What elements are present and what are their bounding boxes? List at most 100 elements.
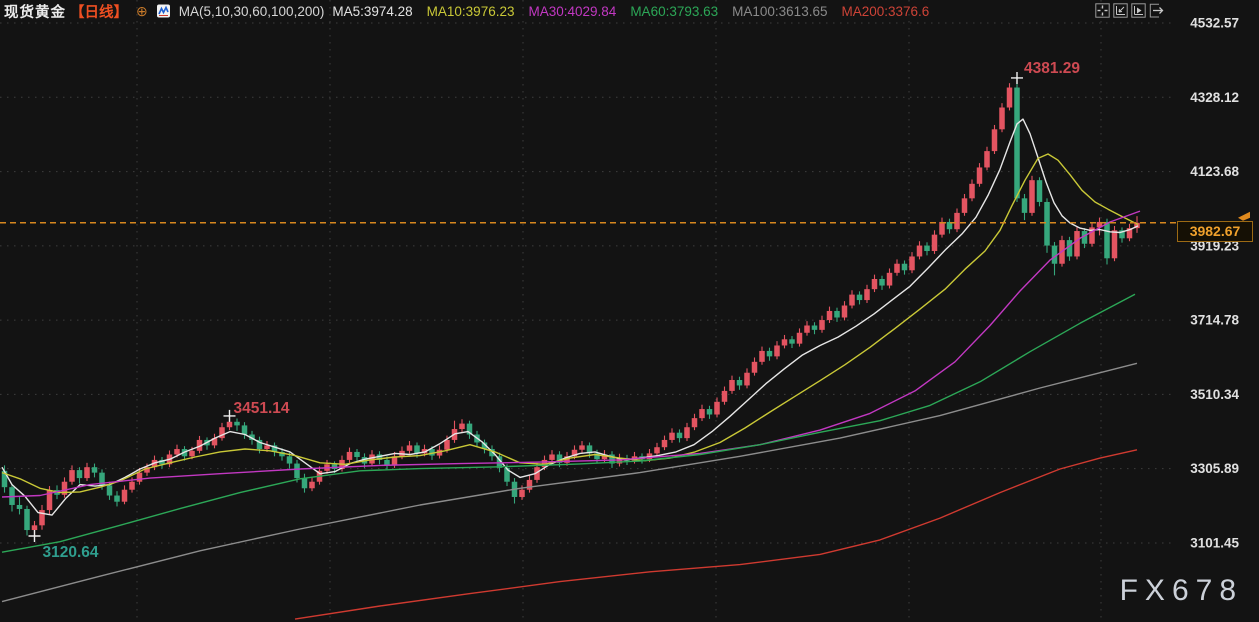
candle-body — [227, 422, 233, 427]
candle-body — [864, 289, 870, 300]
candle-body — [414, 445, 420, 453]
candle-body — [917, 246, 923, 257]
last-price-value: 3982.67 — [1190, 223, 1241, 239]
candle-body — [699, 409, 705, 418]
chart-play-icon[interactable] — [1131, 3, 1146, 18]
ma-line-ma30 — [2, 211, 1140, 497]
ma-legend-item: MA10:3976.23 — [427, 4, 515, 19]
high-marker-cross — [1011, 72, 1023, 84]
candle-body — [114, 496, 120, 502]
y-axis-label: 4328.12 — [1190, 90, 1239, 105]
candle-body — [692, 418, 698, 427]
candle-body — [242, 425, 248, 434]
candle-body — [797, 333, 803, 344]
y-axis-label: 3714.78 — [1190, 313, 1239, 328]
candle-body — [842, 306, 848, 318]
ma-line-ma10 — [2, 154, 1138, 493]
candle-body — [879, 279, 885, 286]
candle-body — [782, 339, 788, 345]
price-annotation: 3120.64 — [43, 544, 99, 561]
ma-line-ma5 — [2, 119, 1138, 515]
candle-body — [69, 470, 75, 482]
candle-body — [857, 295, 863, 300]
candle-body — [977, 167, 983, 183]
candle-body — [579, 445, 585, 449]
ma-legend: MA5:3974.28MA10:3976.23MA30:4029.84MA60:… — [332, 4, 929, 19]
candle-body — [309, 482, 315, 489]
candle-body — [984, 151, 990, 167]
candle-body — [1112, 230, 1118, 258]
candle-body — [549, 454, 555, 459]
ma-legend-item: MA100:3613.65 — [732, 4, 827, 19]
candle-body — [924, 246, 930, 251]
candle-body — [684, 427, 690, 438]
ma-line-ma100 — [2, 363, 1137, 601]
ma-line-ma60 — [2, 294, 1135, 552]
candle-body — [84, 467, 90, 478]
circle-plus-icon[interactable]: ⊕ — [136, 3, 148, 20]
candle-body — [849, 295, 855, 306]
candle-body — [1104, 222, 1110, 258]
export-icon[interactable] — [1149, 3, 1164, 18]
mini-chart-icon[interactable] — [156, 4, 171, 18]
chart-prev-icon[interactable] — [1113, 3, 1128, 18]
y-axis-label: 3101.45 — [1190, 535, 1239, 550]
chart-canvas[interactable]: 3120.643451.144381.294532.574328.124123.… — [0, 0, 1259, 622]
low-marker-cross — [29, 530, 41, 542]
last-price-tag: 3982.67 — [1177, 221, 1253, 242]
ma-line-ma200 — [295, 450, 1137, 619]
candle-body — [707, 409, 713, 414]
candle-body — [737, 380, 743, 385]
candle-body — [962, 198, 968, 213]
candle-body — [347, 452, 353, 460]
candle-body — [1022, 198, 1028, 213]
candle-body — [459, 424, 465, 429]
candle-body — [654, 447, 660, 453]
candle-body — [1074, 231, 1080, 256]
candle-body — [894, 264, 900, 273]
ma-legend-item: MA5:3974.28 — [332, 4, 412, 19]
candle-body — [1067, 240, 1073, 256]
candle-body — [729, 380, 735, 391]
candle-body — [767, 351, 773, 356]
candle-body — [137, 473, 143, 482]
instrument-title: 现货黄金 — [4, 1, 66, 22]
candle-body — [774, 345, 780, 356]
ma-legend-item: MA60:3793.63 — [630, 4, 718, 19]
price-flag-icon — [1238, 212, 1250, 221]
candle-body — [759, 351, 765, 362]
candle-body — [189, 451, 195, 456]
candle-body — [932, 235, 938, 251]
candle-body — [1007, 88, 1013, 108]
candle-body — [1037, 180, 1043, 202]
candle-body — [174, 449, 180, 454]
ma-settings-label[interactable]: MA(5,10,30,60,100,200) — [179, 4, 325, 19]
candle-body — [302, 478, 308, 488]
period-label[interactable]: 【日线】 — [70, 1, 128, 22]
candle-body — [1044, 202, 1050, 246]
y-axis-label: 3510.34 — [1190, 387, 1239, 402]
candle-body — [662, 440, 668, 447]
candle-body — [287, 456, 293, 463]
candle-body — [819, 320, 825, 330]
candle-body — [752, 362, 758, 373]
candle-body — [714, 402, 720, 415]
candle-body — [107, 485, 113, 495]
candle-body — [234, 422, 240, 426]
candle-body — [872, 279, 878, 289]
candle-body — [744, 373, 750, 386]
candle-body — [722, 391, 728, 402]
candle-body — [1014, 88, 1020, 199]
candle-body — [519, 490, 525, 497]
chart-header: 现货黄金 【日线】 ⊕ MA(5,10,30,60,100,200) MA5:3… — [0, 0, 1259, 22]
candle-body — [789, 339, 795, 343]
watermark-logo: FX678 — [1120, 574, 1243, 608]
candle-body — [834, 311, 840, 318]
price-annotation: 3451.14 — [234, 400, 290, 417]
candle-body — [902, 264, 908, 271]
candle-body — [444, 440, 450, 450]
candle-body — [827, 311, 833, 320]
candle-body — [887, 273, 893, 286]
crosshair-icon[interactable] — [1095, 3, 1110, 18]
candle-body — [669, 433, 675, 440]
